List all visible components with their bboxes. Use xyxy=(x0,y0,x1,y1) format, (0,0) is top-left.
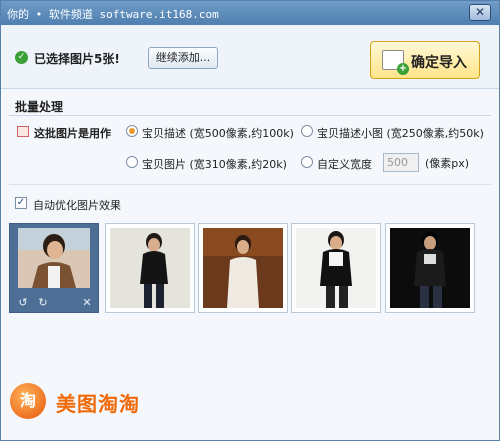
import-dialog: 你的 • 软件频道 software.it168.com ✕ ✓ 已选择图片5张… xyxy=(0,0,500,441)
thumbnail-3-photo xyxy=(203,228,283,308)
radio-custom-width-label: 自定义宽度 xyxy=(317,158,372,171)
check-circle-icon: ✓ xyxy=(15,51,28,64)
title-bar: 你的 • 软件频道 software.it168.com ✕ xyxy=(1,1,499,25)
selection-header: ✓ 已选择图片5张! 继续添加... 确定导入 xyxy=(1,25,499,89)
brand-logo-text: 美图淘淘 xyxy=(56,392,140,416)
footer: 淘 美图淘淘 xyxy=(1,353,499,440)
thumbnail-strip: ↺ ↻ ✕ xyxy=(1,217,499,321)
usage-label: 这批图片是用作 xyxy=(34,127,111,140)
thumbnail-1[interactable]: ↺ ↻ ✕ xyxy=(9,223,99,313)
radio-desc-large[interactable] xyxy=(126,125,138,137)
radio-item-image-label: 宝贝图片 (宽310像素,约20k) xyxy=(142,158,287,171)
radio-desc-small-label: 宝贝描述小图 (宽250像素,约50k) xyxy=(317,127,484,140)
section-divider xyxy=(9,115,491,116)
confirm-import-label: 确定导入 xyxy=(411,55,467,71)
radio-custom-width[interactable] xyxy=(301,156,313,168)
selected-count-text: 已选择图片5张! xyxy=(34,52,120,66)
thumbnail-5-photo xyxy=(390,228,470,308)
continue-add-button[interactable]: 继续添加... xyxy=(148,47,218,69)
image-usage-icon xyxy=(17,126,29,137)
thumbnail-3[interactable] xyxy=(198,223,288,313)
close-button[interactable]: ✕ xyxy=(469,4,491,21)
window-title: 你的 • 软件频道 software.it168.com xyxy=(7,8,219,21)
photo-person-4 xyxy=(296,228,376,308)
remove-icon[interactable]: ✕ xyxy=(80,296,94,310)
photo-person-3 xyxy=(203,228,283,308)
thumbnail-1-tools: ↺ ↻ ✕ xyxy=(12,296,98,310)
rotate-left-icon[interactable]: ↺ xyxy=(16,296,30,310)
thumbnail-4[interactable] xyxy=(291,223,381,313)
optimize-label: 自动优化图片效果 xyxy=(33,199,121,212)
radio-item-image[interactable] xyxy=(126,156,138,168)
custom-width-unit: (像素px) xyxy=(425,157,470,170)
meitu-logo-icon: 淘 xyxy=(10,383,46,419)
radio-desc-large-label: 宝贝描述 (宽500像素,约100k) xyxy=(142,127,294,140)
thumbnail-2-photo xyxy=(110,228,190,308)
radio-desc-small[interactable] xyxy=(301,125,313,137)
thumbnail-5[interactable] xyxy=(385,223,475,313)
options-divider xyxy=(9,184,491,185)
import-image-icon xyxy=(382,50,409,75)
confirm-import-button[interactable]: 确定导入 xyxy=(370,41,480,79)
photo-person-5 xyxy=(390,228,470,308)
batch-section-title: 批量处理 xyxy=(15,100,64,114)
thumbnail-2[interactable] xyxy=(105,223,195,313)
photo-person-1 xyxy=(18,228,90,288)
thumbnail-1-photo xyxy=(18,228,90,288)
optimize-checkbox[interactable]: ✓ xyxy=(15,197,27,209)
photo-person-2 xyxy=(110,228,190,308)
custom-width-input[interactable]: 500 xyxy=(383,153,419,172)
thumbnail-4-photo xyxy=(296,228,376,308)
rotate-right-icon[interactable]: ↻ xyxy=(36,296,50,310)
